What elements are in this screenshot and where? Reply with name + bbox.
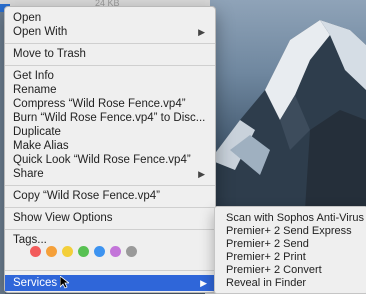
menu-item-rename[interactable]: Rename bbox=[5, 83, 215, 98]
services-submenu: Scan with Sophos Anti-Virus Premier+ 2 S… bbox=[214, 206, 366, 294]
tag-color-dot[interactable] bbox=[94, 246, 105, 257]
menu-item-share[interactable]: Share ▶ bbox=[5, 167, 215, 182]
menu-item-move-to-trash-label: Move to Trash bbox=[13, 48, 86, 60]
submenu-arrow-icon: ▶ bbox=[200, 278, 207, 288]
menu-item-open-label: Open bbox=[13, 12, 42, 24]
tag-color-dot[interactable] bbox=[62, 246, 73, 257]
menu-item-share-label: Share bbox=[13, 168, 44, 180]
menu-item-services-label: Services bbox=[13, 277, 58, 289]
menu-item-services[interactable]: Services ▶ bbox=[5, 275, 215, 291]
mouse-pointer-icon bbox=[60, 276, 69, 289]
menu-separator bbox=[5, 185, 215, 186]
menu-item-move-to-trash[interactable]: Move to Trash bbox=[5, 47, 215, 62]
menu-item-copy[interactable]: Copy “Wild Rose Fence.vp4” bbox=[5, 189, 215, 204]
menu-item-make-alias-label: Make Alias bbox=[13, 140, 69, 152]
menu-item-show-view-options-label: Show View Options bbox=[13, 212, 113, 224]
menu-item-open[interactable]: Open bbox=[5, 11, 215, 26]
submenu-item-premier-convert[interactable]: Premier+ 2 Convert bbox=[215, 263, 366, 277]
submenu-arrow-icon: ▶ bbox=[198, 27, 205, 37]
tag-color-dot[interactable] bbox=[46, 246, 57, 257]
menu-item-get-info-label: Get Info bbox=[13, 70, 54, 82]
submenu-arrow-icon: ▶ bbox=[198, 169, 205, 179]
menu-item-quick-look[interactable]: Quick Look “Wild Rose Fence.vp4” bbox=[5, 153, 215, 168]
menu-item-show-view-options[interactable]: Show View Options bbox=[5, 211, 215, 226]
submenu-item-scan-sophos[interactable]: Scan with Sophos Anti-Virus bbox=[215, 211, 366, 225]
tag-color-dot[interactable] bbox=[78, 246, 89, 257]
menu-item-tags-label: Tags... bbox=[13, 234, 47, 246]
menu-item-rename-label: Rename bbox=[13, 84, 57, 96]
menu-item-open-with[interactable]: Open With ▶ bbox=[5, 25, 215, 40]
submenu-item-reveal-in-finder[interactable]: Reveal in Finder bbox=[215, 276, 366, 290]
menu-item-make-alias[interactable]: Make Alias bbox=[5, 139, 215, 154]
submenu-item-premier-send[interactable]: Premier+ 2 Send bbox=[215, 237, 366, 251]
tag-color-dot[interactable] bbox=[110, 246, 121, 257]
menu-item-get-info[interactable]: Get Info bbox=[5, 69, 215, 84]
menu-separator bbox=[5, 65, 215, 66]
tag-color-dot[interactable] bbox=[126, 246, 137, 257]
mountain-preview-image bbox=[210, 0, 366, 210]
menu-separator bbox=[5, 43, 215, 44]
menu-item-burn[interactable]: Burn “Wild Rose Fence.vp4” to Disc... bbox=[5, 111, 215, 126]
tag-color-dot[interactable] bbox=[30, 246, 41, 257]
menu-item-duplicate[interactable]: Duplicate bbox=[5, 125, 215, 140]
menu-item-compress[interactable]: Compress “Wild Rose Fence.vp4” bbox=[5, 97, 215, 112]
menu-separator bbox=[5, 229, 215, 230]
menu-item-burn-label: Burn “Wild Rose Fence.vp4” to Disc... bbox=[13, 112, 206, 124]
menu-separator bbox=[5, 207, 215, 208]
context-menu: Open Open With ▶ Move to Trash Get Info R… bbox=[4, 6, 216, 293]
submenu-item-premier-print[interactable]: Premier+ 2 Print bbox=[215, 250, 366, 264]
menu-item-copy-label: Copy “Wild Rose Fence.vp4” bbox=[13, 190, 160, 202]
menu-item-open-with-label: Open With bbox=[13, 26, 68, 38]
menu-item-compress-label: Compress “Wild Rose Fence.vp4” bbox=[13, 98, 186, 110]
menu-separator bbox=[5, 270, 215, 271]
menu-item-duplicate-label: Duplicate bbox=[13, 126, 61, 138]
submenu-item-premier-send-express[interactable]: Premier+ 2 Send Express bbox=[215, 224, 366, 238]
menu-item-quick-look-label: Quick Look “Wild Rose Fence.vp4” bbox=[13, 154, 191, 166]
